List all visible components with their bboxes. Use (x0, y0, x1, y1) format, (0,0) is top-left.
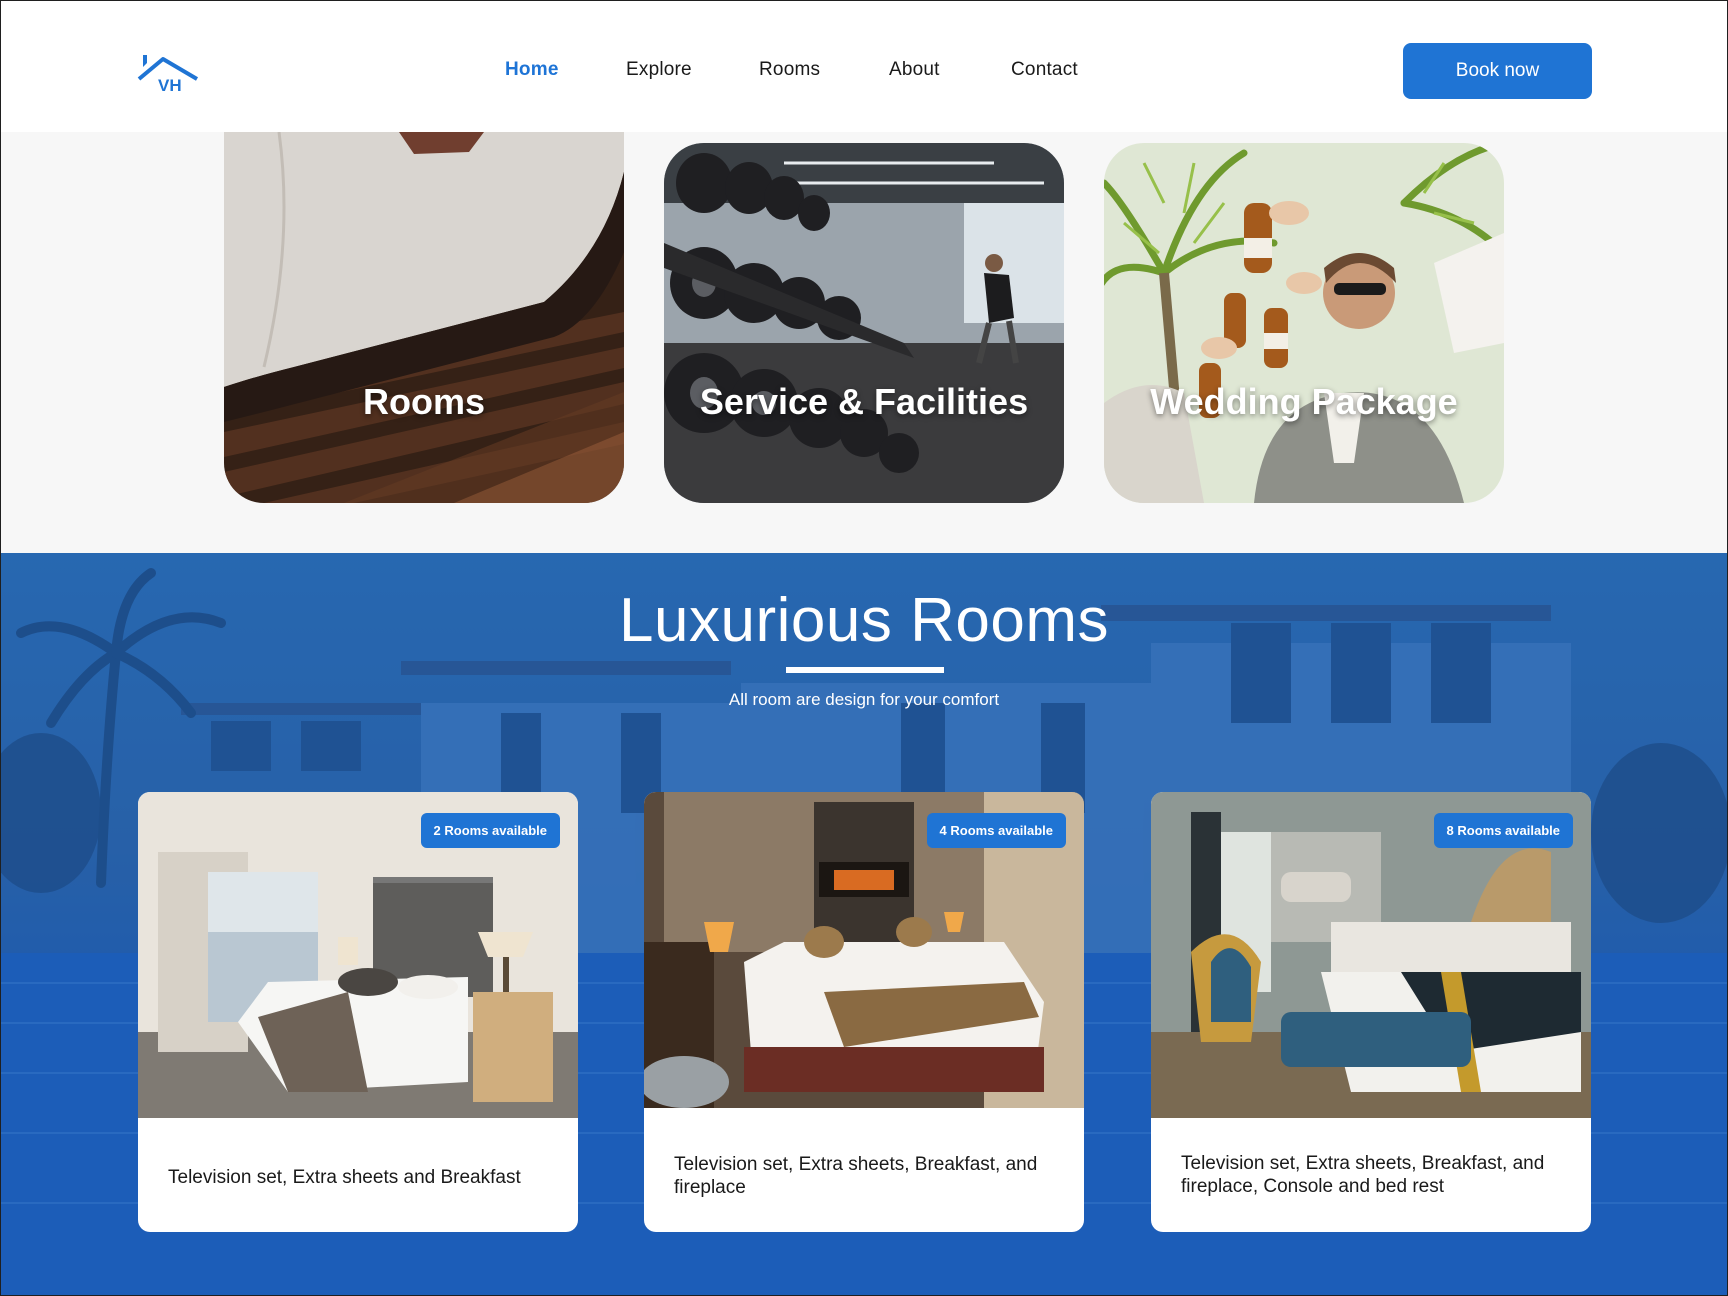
category-label: Wedding Package (1150, 381, 1458, 422)
room-card[interactable]: 4 Rooms available Television set, Extra … (644, 792, 1084, 1232)
book-now-button[interactable]: Book now (1403, 43, 1592, 99)
rooms-section: Luxurious Rooms All room are design for … (0, 553, 1728, 1296)
availability-badge: 4 Rooms available (926, 813, 1066, 848)
site-header: VH Home Explore Rooms About Contact Book… (0, 0, 1728, 132)
nav-contact[interactable]: Contact (1011, 59, 1078, 81)
room-description: Television set, Extra sheets and Breakfa… (168, 1167, 521, 1188)
rooms-section-title: Luxurious Rooms (619, 586, 1109, 655)
nav-home[interactable]: Home (505, 59, 559, 81)
room-description: Television set, Extra sheets, Breakfast,… (674, 1154, 1038, 1198)
rooms-category-image (224, 132, 624, 503)
category-label: Service & Facilities (699, 381, 1029, 422)
rooms-section-subtitle: All room are design for your comfort (728, 690, 1000, 709)
category-card-rooms[interactable]: Rooms (224, 132, 624, 503)
nav-about[interactable]: About (889, 59, 940, 81)
room-description: Television set, Extra sheets, Breakfast,… (1181, 1153, 1545, 1197)
wedding-category-image (1104, 143, 1504, 503)
availability-badge: 2 Rooms available (420, 813, 560, 848)
nav-explore[interactable]: Explore (626, 59, 692, 81)
category-card-wedding-package[interactable]: Wedding Package (1104, 143, 1504, 503)
room-card[interactable]: 2 Rooms available Television set, Extra … (138, 792, 578, 1232)
category-section: Rooms Service & Facilities Wedding Packa… (0, 132, 1728, 553)
availability-badge: 8 Rooms available (1433, 813, 1573, 848)
nav-rooms[interactable]: Rooms (759, 59, 820, 81)
category-label: Rooms (362, 381, 485, 422)
category-card-service-facilities[interactable]: Service & Facilities (664, 143, 1064, 503)
gym-category-image (664, 143, 1064, 503)
title-underline (786, 667, 944, 673)
room-card[interactable]: 8 Rooms available Television set, Extra … (1151, 792, 1591, 1232)
